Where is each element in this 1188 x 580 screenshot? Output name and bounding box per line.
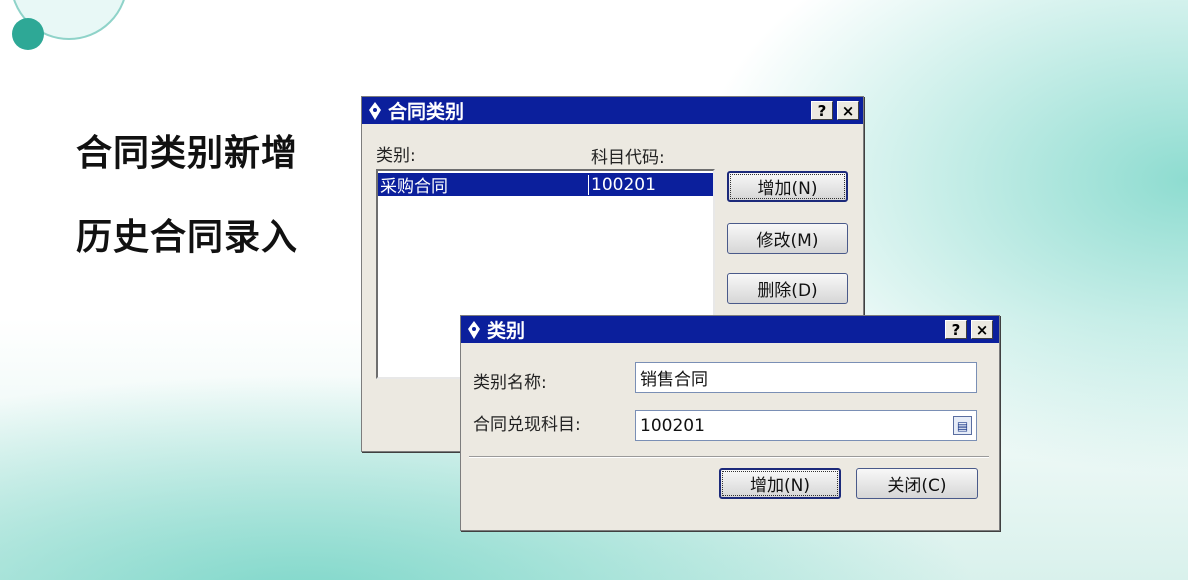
list-item-category: 采购合同	[380, 177, 448, 197]
category-name-field[interactable]: 销售合同	[635, 362, 977, 393]
list-item-code: 100201	[588, 174, 656, 195]
browse-icon[interactable]: ▤	[953, 416, 972, 435]
dialog-title: 类别	[487, 320, 526, 342]
add-button[interactable]: 增加(N)	[727, 171, 848, 202]
contract-category-titlebar[interactable]: 合同类别 ? ×	[362, 97, 863, 124]
category-dialog: 类别 ? × 类别名称: 销售合同 合同兑现科目: 100201 ▤ 增加(N)…	[460, 315, 1000, 531]
heading-category-add: 合同类别新增	[76, 133, 299, 174]
account-value: 100201	[640, 415, 705, 436]
category-name-label: 类别名称:	[473, 373, 547, 393]
close-button[interactable]: ×	[971, 320, 993, 339]
decorative-dot	[12, 18, 44, 50]
dialog-title: 合同类别	[388, 101, 465, 123]
list-item[interactable]: 采购合同 100201	[378, 173, 713, 197]
category-titlebar[interactable]: 类别 ? ×	[461, 316, 999, 343]
column-header-category: 类别:	[376, 146, 416, 166]
account-field[interactable]: 100201 ▤	[635, 410, 977, 441]
delete-button[interactable]: 删除(D)	[727, 273, 848, 304]
close-button[interactable]: ×	[837, 101, 859, 120]
heading-history-entry: 历史合同录入	[76, 217, 299, 258]
pen-nib-icon	[369, 101, 381, 120]
edit-button[interactable]: 修改(M)	[727, 223, 848, 254]
pen-nib-icon	[468, 320, 480, 339]
column-header-code: 科目代码:	[591, 148, 665, 168]
account-label: 合同兑现科目:	[473, 415, 581, 435]
add-button[interactable]: 增加(N)	[719, 468, 841, 499]
divider	[469, 456, 989, 458]
close-dialog-button[interactable]: 关闭(C)	[856, 468, 978, 499]
help-button[interactable]: ?	[945, 320, 967, 339]
help-button[interactable]: ?	[811, 101, 833, 120]
